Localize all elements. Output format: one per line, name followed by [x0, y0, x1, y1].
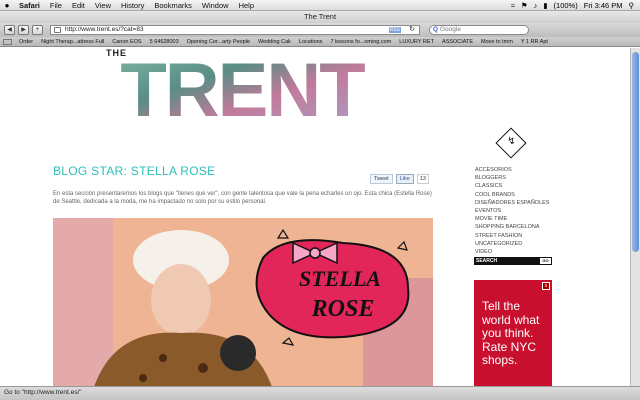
bookmark-item[interactable]: Locations	[295, 39, 327, 45]
post-intro: En esta sección presentaremos los blogs …	[53, 191, 432, 205]
category-list: ACCESORIOS BLOGGERS CLASSICS COOL BRANDS…	[475, 166, 549, 256]
reload-icon[interactable]: ↻	[409, 26, 415, 34]
forward-button[interactable]: ▶	[18, 25, 29, 35]
ad-line: shops.	[482, 353, 518, 367]
status-bar: Go to "http://www.trent.es/"	[0, 386, 640, 400]
hero-image[interactable]: STELLA ROSE	[53, 218, 433, 386]
like-button[interactable]: Like	[395, 174, 414, 184]
favicon-icon	[54, 27, 61, 33]
bookmark-item[interactable]: 7 lessons fo...oming.com	[326, 39, 395, 45]
bookmark-item[interactable]: 5 64628003	[146, 39, 183, 45]
battery-icon[interactable]: ▮	[543, 1, 547, 10]
back-button[interactable]: ◀	[4, 25, 15, 35]
logo-the: THE	[106, 48, 127, 58]
menu-bar: ● Safari File Edit View History Bookmark…	[0, 0, 640, 11]
bookmark-item[interactable]: Order	[15, 39, 37, 45]
rss-icon[interactable]: RSS	[388, 27, 401, 33]
like-count: 13	[416, 174, 429, 184]
hero-text-stella: STELLA	[299, 266, 381, 291]
category-link[interactable]: SHOPPING BARCELONA	[475, 223, 549, 231]
lightning-icon: ↯	[507, 135, 516, 147]
menu-view[interactable]: View	[90, 1, 116, 10]
category-link[interactable]: CLASSICS	[475, 182, 549, 190]
bookmark-item[interactable]: Y 1 RR Apt	[517, 39, 552, 45]
add-bookmark-button[interactable]: +	[32, 25, 43, 35]
ad-line: you think.	[482, 326, 534, 340]
search-input[interactable]: Q Google	[429, 25, 529, 35]
scrollbar-thumb[interactable]	[632, 52, 639, 252]
hero-illustration: STELLA ROSE	[53, 218, 433, 386]
web-page: THE TRENT BLOG STAR: STELLA ROSE Tweet L…	[0, 48, 640, 386]
apple-menu-icon[interactable]: ●	[0, 1, 14, 10]
clock[interactable]: Fri 3:46 PM	[584, 1, 623, 10]
wifi-icon[interactable]: ≈	[511, 1, 515, 10]
menu-file[interactable]: File	[45, 1, 67, 10]
browser-toolbar: ◀ ▶ + http://www.trent.es/?cat=83 RSS ↻ …	[0, 23, 640, 37]
bookmark-item[interactable]: Wedding Cak	[254, 39, 295, 45]
battery-percent: (100%)	[553, 0, 578, 10]
bookmark-item[interactable]: LUXURY RET	[395, 39, 438, 45]
search-placeholder: Google	[440, 26, 461, 33]
logo-trent-graphic: TRENT	[120, 48, 367, 133]
ad-line: Tell the	[482, 299, 521, 313]
bookmarks-book-icon[interactable]	[3, 38, 12, 45]
volume-icon[interactable]: ♪	[534, 1, 538, 10]
advertisement[interactable]: x Tell the world what you think. Rate NY…	[474, 280, 552, 386]
bookmark-item[interactable]: Move to tmm	[477, 39, 517, 45]
tweet-button[interactable]: Tweet	[370, 174, 393, 184]
ad-close-icon[interactable]: x	[542, 282, 550, 290]
category-link[interactable]: EVENTOS	[475, 207, 549, 215]
category-link[interactable]: DISEÑADORES ESPAÑOLES	[475, 199, 549, 207]
bookmarks-bar: Order Night Therap...attress Full Canon …	[0, 37, 640, 47]
menu-bookmarks[interactable]: Bookmarks	[149, 1, 197, 10]
bookmark-item[interactable]: Canon EOS	[108, 39, 145, 45]
sidebar-search[interactable]: SEARCH GO	[474, 257, 552, 265]
menubar-status-area: ≈ ⚑ ♪ ▮ (100%) Fri 3:46 PM ⚲	[511, 1, 640, 10]
category-link[interactable]: MOVIE TIME	[475, 215, 549, 223]
category-link[interactable]: COOL BRANDS	[475, 191, 549, 199]
social-buttons: Tweet Like 13	[370, 174, 429, 184]
menu-edit[interactable]: Edit	[67, 1, 90, 10]
category-link[interactable]: STREET FASHION	[475, 232, 549, 240]
menu-help[interactable]: Help	[234, 1, 259, 10]
post-title[interactable]: BLOG STAR: STELLA ROSE	[53, 164, 215, 178]
search-go-button[interactable]: GO	[540, 258, 551, 264]
window-title: The Trent	[0, 11, 640, 23]
flag-icon[interactable]: ⚑	[521, 1, 528, 10]
menu-history[interactable]: History	[116, 1, 149, 10]
category-link[interactable]: ACCESORIOS	[475, 166, 549, 174]
hero-text-rose: ROSE	[311, 296, 375, 322]
lightning-logo-icon[interactable]: ↯	[495, 127, 527, 159]
ad-line: Rate NYC	[482, 339, 537, 354]
address-text: http://www.trent.es/?cat=83	[65, 26, 144, 33]
google-search-icon: Q	[433, 26, 439, 33]
sidebar-search-label: SEARCH	[476, 258, 498, 264]
bookmark-item[interactable]: Opening Cer...arty People	[183, 39, 254, 45]
bookmark-item[interactable]: ASSOCIATE	[438, 39, 477, 45]
logo-word: TRENT	[120, 48, 365, 120]
spotlight-icon[interactable]: ⚲	[629, 1, 635, 10]
bookmark-item[interactable]: Night Therap...attress Full	[37, 39, 108, 45]
address-bar[interactable]: http://www.trent.es/?cat=83 RSS ↻	[50, 25, 420, 35]
category-link[interactable]: BLOGGERS	[475, 174, 549, 182]
menu-safari[interactable]: Safari	[14, 1, 45, 10]
site-logo[interactable]: THE TRENT	[100, 48, 385, 133]
ad-line: world what	[482, 312, 540, 327]
menu-window[interactable]: Window	[197, 1, 234, 10]
category-link[interactable]: VIDEO	[475, 248, 549, 256]
category-link[interactable]: UNCATEGORIZED	[475, 240, 549, 248]
vertical-scrollbar[interactable]	[630, 48, 640, 386]
